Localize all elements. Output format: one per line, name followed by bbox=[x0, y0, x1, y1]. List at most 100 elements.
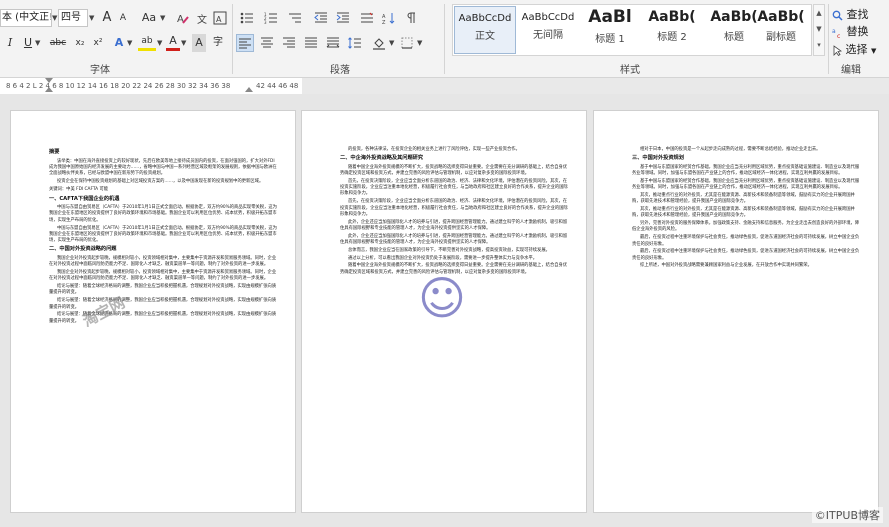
select-dropdown-icon[interactable]: ▼ bbox=[871, 47, 876, 55]
subscript-button[interactable]: x₂ bbox=[72, 34, 88, 52]
highlight-button[interactable]: ab bbox=[138, 32, 156, 51]
style-normal[interactable]: AaBbCcDd 正文 bbox=[454, 6, 516, 54]
paragraph: 其次，推动重点行业的对外投资，尤其是在能源资源、高新技术和装备制造等领域，鼓励有… bbox=[632, 193, 860, 206]
show-marks-icon[interactable] bbox=[402, 9, 420, 27]
paragraph: 综上所述，中国对外投资战略需要兼顾国家利益与企业发展，在开放合作中实现共同繁荣。 bbox=[632, 263, 860, 269]
increase-indent-icon[interactable] bbox=[334, 9, 352, 27]
style-name: 副标题 bbox=[751, 28, 811, 43]
font-name-dropdown-icon[interactable]: ▼ bbox=[52, 14, 57, 22]
section-heading: 一、CAFTA下我国企业的机遇 bbox=[49, 196, 277, 204]
paragraph: 其次，推动重点行业的对外投资，尤其是在能源资源、高新技术和装备制造等领域，鼓励有… bbox=[632, 207, 860, 220]
multilevel-list-icon[interactable] bbox=[286, 9, 304, 27]
replace-button[interactable]: ac 替换 bbox=[832, 23, 869, 39]
find-button[interactable]: 查找 bbox=[832, 6, 869, 22]
character-shading-button[interactable]: A bbox=[192, 34, 206, 52]
paragraph: 最后，在投资过程中注重环境保护与社会责任，推动绿色投资，促进东道国经济社会的可持… bbox=[632, 249, 860, 262]
svg-text:a: a bbox=[832, 28, 836, 35]
align-center-icon[interactable] bbox=[258, 34, 276, 52]
first-line-indent-marker[interactable] bbox=[45, 78, 53, 83]
find-label: 查找 bbox=[847, 8, 869, 21]
style-heading-2[interactable]: AaBb( 标题 2 bbox=[641, 6, 703, 54]
borders-dropdown-icon[interactable]: ▼ bbox=[417, 39, 422, 47]
svg-text:3: 3 bbox=[264, 20, 267, 24]
line-spacing-icon[interactable] bbox=[346, 34, 364, 52]
paragraph: 首先，在投资决策阶段，企业应当全面分析东道国的政治、经济、法律和文化环境，评估潜… bbox=[340, 199, 568, 218]
svg-text:c: c bbox=[837, 33, 840, 38]
style-name: 正文 bbox=[455, 27, 515, 42]
grow-font-button[interactable]: A bbox=[100, 9, 114, 27]
right-indent-marker[interactable] bbox=[245, 87, 253, 92]
paragraph: 相对于日本，中国的投资是一个从起步走向成熟的过程，需要不断总结经验，推动企业走出… bbox=[632, 147, 860, 153]
font-color-button[interactable]: A bbox=[166, 32, 180, 51]
paragraph: 此外，企业还应当加强国际化人才的培养与引进，提升跨国经营管理能力。通过建立科学的… bbox=[340, 234, 568, 247]
document-page-2[interactable]: 的投资，各种法律法，在投资企业的相关业务上进行了风险评估，实现一些产业投资合作。… bbox=[301, 110, 587, 513]
case-dropdown-icon[interactable]: ▼ bbox=[160, 14, 165, 22]
keywords-line: 关键词：中美 FDI CAFTA 可能 bbox=[49, 187, 277, 194]
section-heading: 三、中国对外投资规划 bbox=[632, 155, 860, 163]
superscript-button[interactable]: x² bbox=[90, 34, 106, 52]
styles-scroll[interactable]: ▲ ▼ ▾ bbox=[813, 4, 825, 56]
style-no-spacing[interactable]: AaBbCcDd 无间隔 bbox=[517, 6, 579, 54]
more-styles-icon[interactable]: ▾ bbox=[817, 41, 821, 49]
underline-button[interactable]: U bbox=[22, 34, 34, 52]
font-group-label: 字体 bbox=[60, 61, 140, 76]
effects-dropdown-icon[interactable]: ▼ bbox=[127, 39, 132, 47]
hanging-indent-marker[interactable] bbox=[45, 87, 53, 92]
italic-button[interactable]: I bbox=[4, 34, 16, 52]
font-color-dropdown-icon[interactable]: ▼ bbox=[181, 39, 186, 47]
paragraph: 首先，在投资决策阶段，企业应当全面分析东道国的政治、经济、法律和文化环境，评估潜… bbox=[340, 179, 568, 198]
numbering-icon[interactable]: 123 bbox=[262, 9, 280, 27]
group-separator bbox=[828, 4, 829, 74]
justify-icon[interactable] bbox=[302, 34, 320, 52]
shading-dropdown-icon[interactable]: ▼ bbox=[389, 39, 394, 47]
document-page-1[interactable]: 摘要 该举类：中国在海外直接投资上的较好现状，先后在欧美等地上接待成员国内的投资… bbox=[10, 110, 296, 513]
style-name: 标题 1 bbox=[579, 30, 641, 45]
svg-text:A: A bbox=[177, 14, 184, 25]
highlight-dropdown-icon[interactable]: ▼ bbox=[157, 39, 162, 47]
font-size-dropdown-icon[interactable]: ▼ bbox=[89, 14, 94, 22]
svg-text:文: 文 bbox=[197, 13, 207, 25]
cursor-arrow-icon bbox=[832, 43, 846, 56]
align-left-icon[interactable] bbox=[236, 34, 254, 52]
group-separator bbox=[444, 4, 445, 74]
paragraph: 我国企业对外投资起步较晚，规模相对较小，投资领域相对集中，主要集中于资源开发和贸… bbox=[49, 256, 277, 269]
borders-icon[interactable] bbox=[398, 34, 416, 52]
watermark-face-icon: ☺ bbox=[418, 271, 466, 325]
sort-icon[interactable]: AZ bbox=[380, 9, 398, 27]
styles-group-label: 样式 bbox=[590, 61, 670, 76]
paragraph: 中国与东盟自由贸易区（CAFTA）于2010年1月1日正式全面启动。根据协定，双… bbox=[49, 205, 277, 224]
shading-icon[interactable] bbox=[370, 34, 388, 52]
character-border-button[interactable]: 字 bbox=[210, 34, 226, 52]
paragraph-group-label: 段落 bbox=[300, 61, 380, 76]
select-button[interactable]: 选择 ▼ bbox=[832, 41, 876, 57]
phonetic-guide-icon[interactable]: 文 bbox=[194, 9, 210, 27]
text-effects-button[interactable]: A bbox=[112, 34, 126, 52]
chevron-down-icon[interactable]: ▼ bbox=[816, 25, 821, 33]
style-preview: AaBb( bbox=[641, 9, 703, 25]
chinese-layout-icon[interactable] bbox=[358, 9, 376, 27]
align-right-icon[interactable] bbox=[280, 34, 298, 52]
paragraph: 投资企业在保持中国投资规划的基础上对区域投资方案的……，以及中国发现在新的投资规… bbox=[49, 179, 277, 185]
shrink-font-button[interactable]: A bbox=[116, 9, 130, 27]
document-page-3[interactable]: 相对于日本，中国的投资是一个从起步走向成熟的过程，需要不断总结经验，推动企业走出… bbox=[593, 110, 879, 513]
paragraph: 该举类：中国在海外直接投资上的较好现状，先后在欧美等地上接待成员国内的投资，在面… bbox=[49, 159, 277, 178]
style-subtitle[interactable]: AaBb( 副标题 bbox=[751, 6, 811, 54]
distribute-icon[interactable] bbox=[324, 34, 342, 52]
section-heading: 二、中国对外投资战略的问题 bbox=[49, 246, 277, 254]
font-name-box[interactable]: 本 (中文正! bbox=[0, 9, 52, 27]
style-heading-1[interactable]: AaBl 标题 1 bbox=[579, 6, 641, 54]
enclose-character-icon[interactable]: A bbox=[212, 9, 228, 27]
font-size-box[interactable]: 四号 bbox=[58, 9, 88, 27]
change-case-button[interactable]: Aa bbox=[138, 9, 160, 27]
horizontal-ruler[interactable]: 8 6 4 2 L 2 4 6 8 10 12 14 16 18 20 22 2… bbox=[0, 78, 889, 94]
paragraph: 另外，完善对外投资的服务保障体系，加强政策支持、金融支持和信息服务，为企业走出去… bbox=[632, 221, 860, 234]
bullets-icon[interactable] bbox=[238, 9, 256, 27]
chevron-up-icon[interactable]: ▲ bbox=[816, 9, 821, 17]
underline-dropdown-icon[interactable]: ▼ bbox=[35, 39, 40, 47]
decrease-indent-icon[interactable] bbox=[312, 9, 330, 27]
clear-formatting-icon[interactable]: A bbox=[175, 9, 191, 27]
strikethrough-button[interactable]: abc bbox=[48, 34, 68, 52]
paragraph: 基于中国与东盟国家的经贸合作基础，我国企业应当充分利用区域优势，重点投资基础设施… bbox=[632, 179, 860, 192]
paragraph: 的投资，各种法律法，在投资企业的相关业务上进行了风险评估，实现一些产业投资合作。 bbox=[340, 147, 568, 153]
document-workspace[interactable]: 摘要 该举类：中国在海外直接投资上的较好现状，先后在欧美等地上接待成员国内的投资… bbox=[0, 94, 889, 527]
